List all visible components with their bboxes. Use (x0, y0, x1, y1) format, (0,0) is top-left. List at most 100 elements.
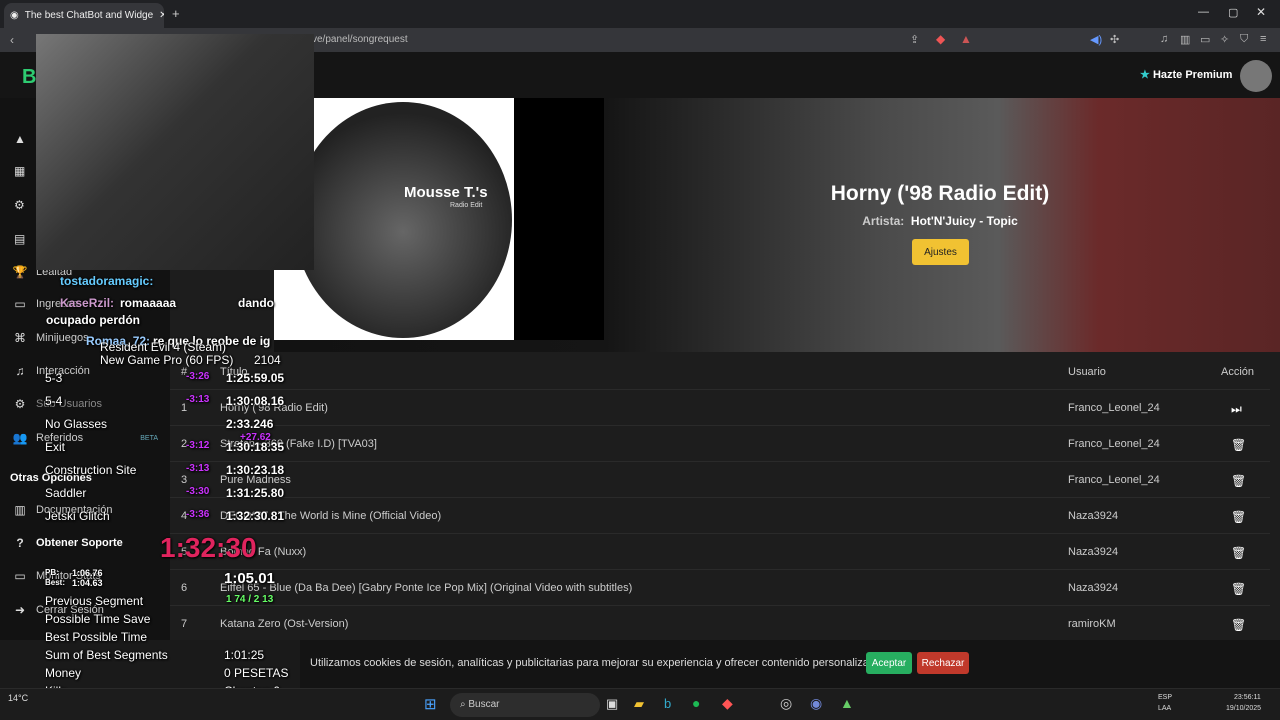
table-row: 7 Katana Zero (Ost-Version) ramiroKM 🗑 (170, 605, 1270, 641)
taskview-icon[interactable]: ▣ (606, 696, 618, 712)
weather[interactable]: 14°C (8, 693, 28, 703)
split-name: 5-4 (45, 394, 63, 408)
search-icon: ⌕ (460, 699, 466, 710)
browser-tab[interactable]: ◉ The best ChatBot and Widge ✕ (4, 3, 164, 28)
table-row: 1 Horny ('98 Radio Edit) Franco_Leonel_24 ⏭ (170, 389, 1270, 425)
media-icon[interactable]: ♫ (1160, 33, 1168, 45)
split-delta: -3:36 (186, 509, 210, 520)
split-extra: +27.62 (240, 432, 271, 443)
url-text[interactable]: ve/panel/songrequest (312, 34, 408, 45)
split-delta: -3:13 (186, 394, 210, 405)
clock-time[interactable]: 23:56:11 (1234, 694, 1261, 701)
category: New Game Pro (60 FPS) (100, 353, 234, 367)
stat-label: Money (45, 666, 82, 680)
table-row: 2 Stretch - 360 (Fake I.D) [TVA03] Franco_… (170, 425, 1270, 461)
ai-icon[interactable]: ✧ (1220, 33, 1229, 46)
split-name: Saddler (45, 486, 87, 500)
delete-icon[interactable]: 🗑 (1231, 546, 1246, 560)
cookie-banner: Utilizamos cookies de sesión, analíticas… (300, 640, 1280, 688)
explorer-icon[interactable]: ▰ (634, 696, 644, 712)
stat-label: Sum of Best Segments (45, 648, 168, 662)
bing-icon[interactable]: b (664, 696, 671, 711)
best-time: 1:04.63 (72, 578, 103, 588)
dashboard-icon[interactable]: ▦ (14, 164, 25, 178)
chat-message: dando (238, 296, 274, 310)
rewards-icon[interactable]: ▲ (960, 32, 972, 46)
delete-icon[interactable]: 🗑 (1231, 582, 1246, 596)
pb-time: 1:06.76 (72, 568, 103, 578)
accept-button[interactable]: Aceptar (866, 652, 912, 674)
row-user: Franco_Leonel_24 (1068, 474, 1160, 486)
row-user: ramiroKM (1068, 618, 1116, 630)
artist-line: Artista: Hot'N'Juicy - Topic (862, 214, 1018, 228)
segment-count: 1 74 / 2 13 (226, 594, 274, 605)
stat-value: 1:01:25 (224, 648, 265, 662)
table-header: # Título Usuario Acción (170, 354, 1270, 390)
logo[interactable]: B (22, 66, 36, 89)
brave-shield-icon[interactable]: ◆ (936, 32, 945, 46)
menu-icon[interactable]: ≡ (1260, 33, 1266, 45)
chat-user: KaseRzil: (60, 296, 115, 310)
split-delta: -3:12 (186, 440, 210, 451)
split-delta: -3:26 (186, 371, 210, 382)
premium-link[interactable]: ★ Hazte Premium (1140, 68, 1232, 81)
table-row: 6 Eiffel 65 - Blue (Da Ba Dee) [Gabry Pon… (170, 569, 1270, 605)
new-tab-button[interactable]: + (172, 6, 180, 21)
region[interactable]: LAA (1158, 705, 1171, 712)
wallet-icon[interactable]: ▭ (1200, 33, 1210, 46)
close-tab-icon[interactable]: ✕ (159, 10, 164, 21)
drive-icon[interactable]: ▲ (840, 695, 854, 711)
album-subtitle: Radio Edit (450, 202, 483, 209)
stat-label: Best Possible Time (45, 630, 148, 644)
sidebar-toggle-icon[interactable]: ▥ (1180, 33, 1190, 46)
language[interactable]: ESP (1158, 694, 1172, 701)
split-time: 1:30:23.18 (226, 463, 285, 477)
split-name: 5-3 (45, 371, 63, 385)
share-icon[interactable]: ⇪ (910, 33, 919, 46)
id-card-icon[interactable]: ▤ (14, 232, 25, 246)
delete-icon[interactable]: 🗑 (1231, 618, 1246, 632)
webcam-overlay (36, 34, 314, 270)
split-time: 1:31:25.80 (226, 486, 285, 500)
chat-user: tostadoramagic: (60, 274, 154, 288)
clock-date[interactable]: 19/10/2025 (1226, 705, 1261, 712)
avatar[interactable] (1240, 60, 1272, 92)
delete-icon[interactable]: 🗑 (1231, 438, 1246, 452)
close-window-button[interactable]: ✕ (1256, 5, 1266, 19)
bot-icon[interactable]: ⚙ (14, 198, 25, 212)
audio-icon[interactable]: ◀) (1090, 33, 1102, 46)
obs-icon[interactable]: ◎ (780, 695, 792, 712)
split-time: 2:33.246 (226, 417, 274, 431)
extensions-icon[interactable]: ✣ (1110, 33, 1119, 46)
attempt-count: 2104 (254, 353, 281, 367)
table-row: 3 Pure Madness Franco_Leonel_24 🗑 (170, 461, 1270, 497)
reject-button[interactable]: Rechazar (917, 652, 969, 674)
warning-icon[interactable]: ▲ (14, 132, 26, 146)
maximize-button[interactable]: ▢ (1228, 6, 1238, 19)
star-icon: ★ (1140, 69, 1150, 81)
spotify-icon[interactable]: ● (692, 695, 700, 711)
table-row: 5 Bombo Fa (Nuxx) Naza3924 🗑 (170, 533, 1270, 569)
segment-timer: 1:05.01 (224, 570, 275, 587)
main-timer: 1:32:30 (160, 532, 257, 563)
vpn-icon[interactable]: ⛉ (1240, 33, 1248, 46)
play-next-icon[interactable]: ⏭ (1231, 402, 1242, 417)
col-action: Acción (1221, 366, 1255, 378)
discord-icon[interactable]: ◉ (810, 695, 822, 712)
pb-label: PB: (45, 568, 59, 577)
back-icon[interactable]: ‹ (10, 33, 14, 47)
delete-icon[interactable]: 🗑 (1231, 510, 1246, 524)
windows-start-icon[interactable]: ⊞ (424, 695, 437, 713)
cookie-text: Utilizamos cookies de sesión, analíticas… (310, 657, 885, 669)
minimize-button[interactable]: — (1198, 6, 1209, 18)
split-name: No Glasses (45, 417, 108, 431)
table-row: 4 DECO*27 - The World is Mine (Official V… (170, 497, 1270, 533)
chat-message: ocupado perdón (46, 313, 140, 327)
settings-button[interactable]: Ajustes (912, 239, 969, 265)
taskbar-search[interactable]: ⌕ Buscar (450, 693, 600, 717)
split-time: 1:30:08.16 (226, 394, 285, 408)
split-delta: -3:13 (186, 463, 210, 474)
delete-icon[interactable]: 🗑 (1231, 474, 1246, 488)
row-user: Franco_Leonel_24 (1068, 402, 1160, 414)
brave-icon[interactable]: ◆ (722, 695, 733, 712)
